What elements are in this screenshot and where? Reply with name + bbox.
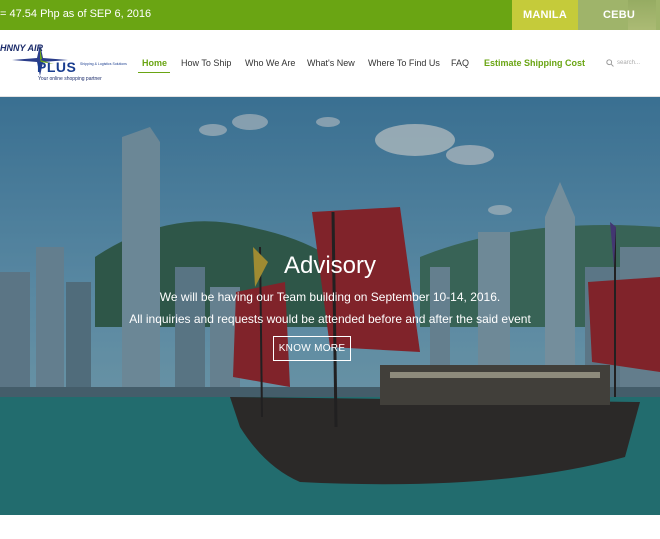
logo-small-text: Shipping & Logistics Solutions [80, 62, 127, 66]
site-logo[interactable]: HNNY AIR PLUS Shipping & Logistics Solut… [0, 42, 127, 86]
hero-text-line-2: All inquiries and requests would be atte… [129, 312, 531, 326]
hero-overlay [0, 97, 660, 515]
search-icon[interactable] [606, 59, 614, 67]
site-header: HNNY AIR PLUS Shipping & Logistics Solut… [0, 30, 660, 96]
search-placeholder: search... [617, 60, 641, 66]
top-bar: = 47.54 Php as of SEP 6, 2016 MANILA CEB… [0, 0, 660, 30]
page-bottom [0, 515, 660, 539]
logo-brand-plus: PLUS [37, 59, 77, 75]
nav-faq[interactable]: FAQ [451, 58, 469, 68]
nav-who-we-are[interactable]: Who We Are [245, 58, 295, 68]
hero-banner: Advisory We will be having our Team buil… [0, 97, 660, 515]
branch-cebu-button[interactable]: CEBU [578, 0, 660, 30]
hero-text-line-1: We will be having our Team building on S… [159, 290, 501, 304]
logo-brand-top: HNNY AIR [0, 43, 44, 53]
nav-how-to-ship[interactable]: How To Ship [181, 58, 231, 68]
logo-tagline: Your online shopping partner [38, 76, 102, 82]
nav-active-indicator [138, 72, 170, 73]
know-more-button[interactable]: KNOW MORE [273, 336, 351, 361]
hero-title: Advisory [283, 252, 377, 279]
exchange-rate-text: = 47.54 Php as of SEP 6, 2016 [0, 8, 152, 20]
branch-cebu-label: CEBU [603, 9, 635, 21]
nav-home[interactable]: Home [142, 58, 167, 68]
nav-whats-new[interactable]: What's New [307, 58, 355, 68]
search-box[interactable]: search... [606, 59, 640, 67]
branch-manila-button[interactable]: MANILA [512, 0, 578, 30]
nav-where-to-find-us[interactable]: Where To Find Us [368, 58, 440, 68]
nav-estimate-shipping-cost[interactable]: Estimate Shipping Cost [484, 58, 585, 68]
